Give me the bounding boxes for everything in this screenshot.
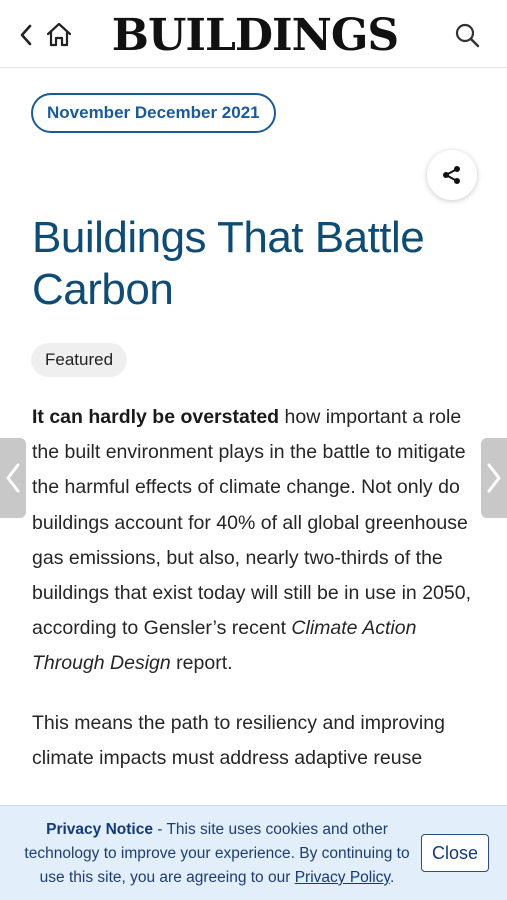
share-button[interactable]	[427, 150, 477, 200]
chevron-left-icon	[20, 24, 32, 46]
site-logo[interactable]: BUILDINGS	[100, 8, 410, 64]
privacy-notice-end: .	[390, 869, 395, 886]
paragraph-text: how important a role the built environme…	[32, 406, 471, 640]
chevron-left-icon	[6, 463, 20, 493]
share-icon	[443, 166, 460, 184]
article-paragraph-2: This means the path to resiliency and im…	[32, 711, 445, 769]
back-button[interactable]	[14, 20, 38, 50]
paragraph-text-end: report.	[170, 652, 233, 675]
article-paragraph: It can hardly be overstated how importan…	[32, 400, 477, 682]
previous-article-button[interactable]	[0, 438, 26, 518]
issue-link[interactable]: November December 2021	[31, 93, 276, 133]
home-button[interactable]	[44, 20, 74, 50]
featured-tag: Featured	[31, 343, 128, 377]
privacy-notice-title: Privacy Notice	[46, 821, 153, 838]
search-icon	[455, 23, 480, 48]
top-bar: BUILDINGS	[0, 0, 507, 68]
article-title: Buildings That Battle Carbon	[32, 213, 425, 314]
next-article-button[interactable]	[481, 438, 507, 518]
chevron-right-icon	[487, 463, 501, 493]
lead-bold-text: It can hardly be overstated	[32, 406, 280, 428]
close-button[interactable]: Close	[421, 834, 489, 872]
article-body: It can hardly be overstated how importan…	[32, 400, 477, 800]
privacy-notice-text: Privacy Notice - This site uses cookies …	[22, 818, 412, 890]
privacy-policy-link[interactable]: Privacy Policy	[295, 869, 390, 886]
search-button[interactable]	[452, 20, 482, 50]
home-icon	[46, 22, 72, 47]
